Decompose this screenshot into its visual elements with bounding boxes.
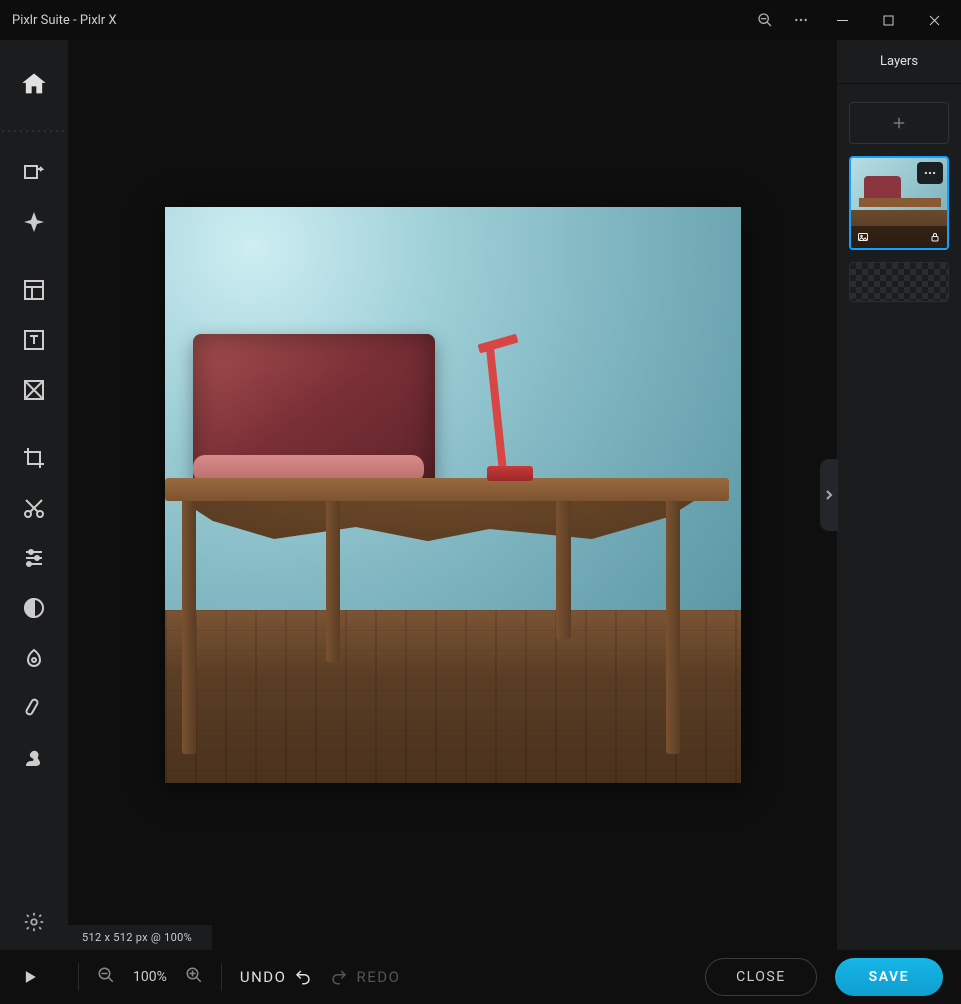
liquify-tool-icon[interactable] (10, 634, 58, 682)
settings-icon[interactable] (10, 902, 58, 942)
titlebar: Pixlr Suite - Pixlr X (0, 0, 961, 40)
zoom-out-icon[interactable] (97, 966, 115, 988)
window-minimize-icon[interactable] (819, 2, 865, 38)
adjust-tool-icon[interactable] (10, 534, 58, 582)
panel-collapse-icon[interactable] (820, 459, 838, 531)
canvas-image[interactable] (165, 207, 741, 783)
undo-icon (294, 968, 312, 986)
redo-button[interactable]: REDO (330, 968, 400, 986)
ai-tool-icon[interactable] (10, 198, 58, 246)
zoom-in-icon[interactable] (185, 966, 203, 988)
left-toolbar (0, 40, 68, 950)
draw-tool-icon[interactable] (10, 734, 58, 782)
layer-options-icon[interactable] (917, 162, 943, 184)
element-tool-icon[interactable] (10, 366, 58, 414)
app-title: Pixlr Suite - Pixlr X (12, 13, 117, 28)
close-button[interactable]: CLOSE (705, 958, 817, 996)
add-layer-button[interactable] (849, 102, 949, 144)
layers-panel-title: Layers (837, 40, 961, 84)
layers-panel: Layers (837, 40, 961, 950)
more-title-icon[interactable] (783, 2, 819, 38)
zoom-value[interactable]: 100% (133, 969, 167, 985)
crop-tool-icon[interactable] (10, 434, 58, 482)
animate-play-icon[interactable] (0, 967, 60, 987)
lock-icon (929, 231, 941, 243)
redo-label: REDO (356, 968, 400, 986)
dimensions-badge: 512 x 512 px @ 100% (68, 925, 212, 950)
home-button[interactable] (0, 40, 68, 128)
layer-thumbnail-empty[interactable] (849, 262, 949, 302)
text-tool-icon[interactable] (10, 316, 58, 364)
arrange-tool-icon[interactable] (10, 148, 58, 196)
image-type-icon (857, 231, 869, 243)
filter-tool-icon[interactable] (10, 584, 58, 632)
canvas-area[interactable]: 512 x 512 px @ 100% (68, 40, 837, 950)
redo-icon (330, 968, 348, 986)
window-maximize-icon[interactable] (865, 2, 911, 38)
window-close-icon[interactable] (911, 2, 957, 38)
layout-tool-icon[interactable] (10, 266, 58, 314)
undo-button[interactable]: UNDO (240, 968, 313, 986)
save-button[interactable]: SAVE (835, 958, 943, 996)
cutout-tool-icon[interactable] (10, 484, 58, 532)
layer-thumbnail-selected[interactable] (849, 156, 949, 250)
retouch-tool-icon[interactable] (10, 684, 58, 732)
undo-label: UNDO (240, 968, 287, 986)
bottom-bar: 100% UNDO REDO CLOSE SAVE (0, 950, 961, 1004)
zoom-out-title-icon[interactable] (747, 2, 783, 38)
